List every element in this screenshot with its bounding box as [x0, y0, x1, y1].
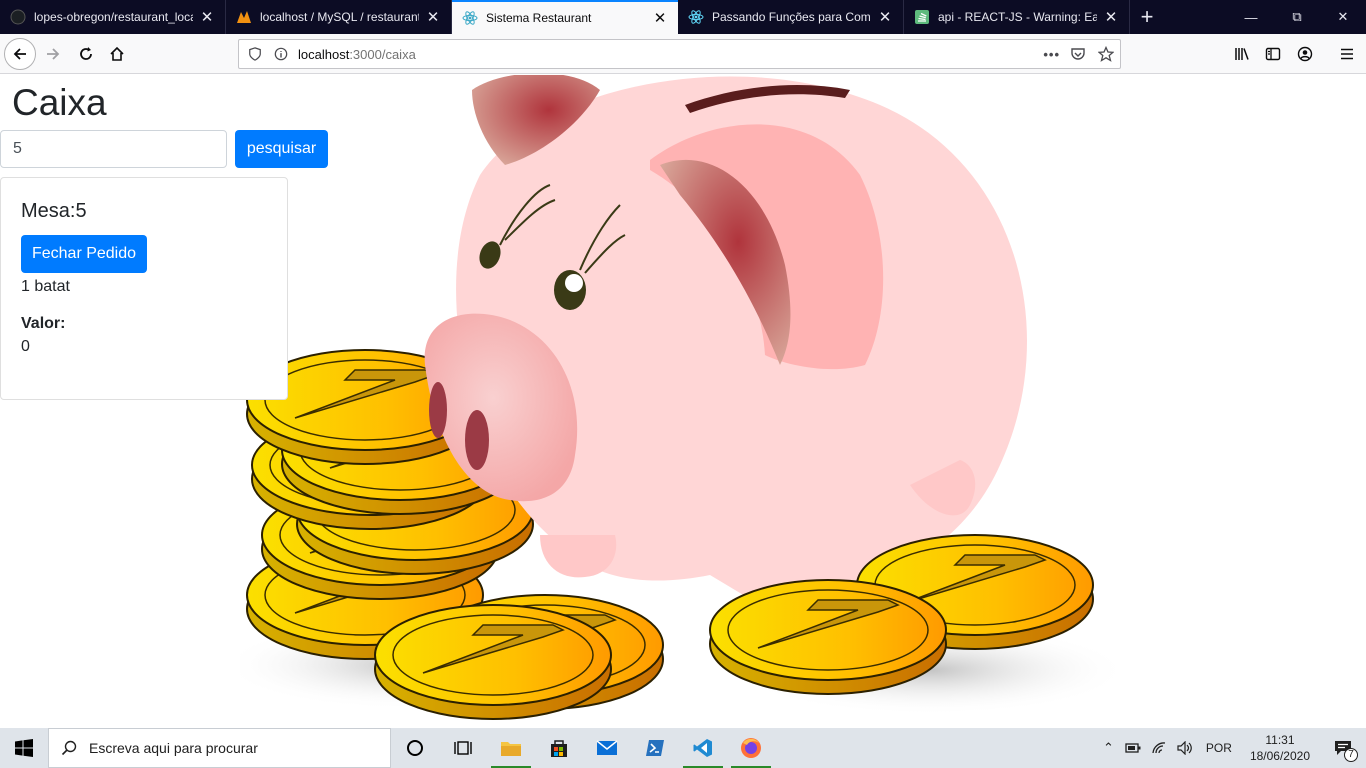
- tab-label: Passando Funções para Compo: [712, 10, 871, 24]
- search-icon: [61, 740, 77, 756]
- battery-icon[interactable]: [1125, 742, 1141, 754]
- phpmyadmin-icon: [237, 11, 251, 23]
- value-label: Valor:: [21, 315, 66, 332]
- system-tray: ⌃ POR 11:31 18/06/2020 7: [1097, 728, 1366, 768]
- chevron-up-icon[interactable]: ⌃: [1097, 740, 1120, 756]
- mail-button[interactable]: [583, 728, 631, 768]
- clock-time: 11:31: [1265, 733, 1295, 747]
- reload-icon: [80, 47, 92, 60]
- windows-taskbar: Escreva aqui para procurar ⌃ POR 11:31 1…: [0, 728, 1366, 768]
- clock-date: 18/06/2020: [1249, 749, 1310, 763]
- url-host: localhost: [298, 46, 350, 62]
- home-button[interactable]: [101, 38, 133, 70]
- volume-icon[interactable]: [1177, 741, 1193, 755]
- powershell-button[interactable]: [631, 728, 679, 768]
- store-bag-icon: [551, 740, 567, 757]
- taskbar-search-placeholder: Escreva aqui para procurar: [89, 740, 258, 756]
- close-window-button[interactable]: ✕: [1320, 0, 1366, 34]
- piggy-bank-illustration: [240, 75, 1120, 720]
- cortana-icon: [407, 740, 423, 756]
- search-input[interactable]: [0, 130, 227, 168]
- folder-icon: [501, 742, 521, 756]
- wifi-icon[interactable]: [1151, 741, 1167, 755]
- tab-label: localhost / MySQL / restaurant: [260, 10, 419, 24]
- value-amount: 0: [21, 338, 30, 355]
- powershell-icon: [646, 740, 664, 756]
- browser-tab-strip: lopes-obregon/restaurant_local ✕ localho…: [0, 0, 1366, 34]
- clock[interactable]: 11:31 18/06/2020: [1240, 732, 1320, 764]
- close-order-button[interactable]: Fechar Pedido: [21, 235, 147, 273]
- task-view-button[interactable]: [439, 728, 487, 768]
- sidebar-icon[interactable]: [1265, 46, 1281, 62]
- tab-phpmyadmin[interactable]: localhost / MySQL / restaurant ✕: [226, 0, 452, 34]
- info-icon[interactable]: [274, 47, 288, 61]
- menu-icon[interactable]: [1339, 46, 1355, 62]
- page-actions-icon[interactable]: •••: [1043, 47, 1060, 62]
- window-controls: — ⧉ ✕: [1228, 0, 1366, 34]
- bookmark-star-icon[interactable]: [1098, 46, 1114, 62]
- account-icon[interactable]: [1297, 46, 1313, 62]
- order-item: 1 batat: [21, 278, 70, 295]
- vscode-button[interactable]: [679, 728, 727, 768]
- taskbar-search-box[interactable]: Escreva aqui para procurar: [48, 728, 391, 768]
- restore-button[interactable]: ⧉: [1274, 0, 1320, 34]
- back-button[interactable]: [4, 38, 36, 70]
- close-icon[interactable]: ✕: [877, 8, 893, 26]
- firefox-button[interactable]: [727, 728, 775, 768]
- file-explorer-button[interactable]: [487, 728, 535, 768]
- table-title: Mesa:5: [21, 200, 87, 222]
- firefox-icon: [741, 738, 761, 758]
- forward-button[interactable]: [37, 38, 69, 70]
- url-path: :3000/caixa: [349, 46, 416, 62]
- order-card: Mesa:5 Fechar Pedido 1 batat Valor: 0: [0, 177, 288, 400]
- tab-label: Sistema Restaurant: [486, 11, 592, 25]
- shield-icon[interactable]: [248, 47, 262, 61]
- close-icon[interactable]: ✕: [1103, 8, 1119, 26]
- tab-label: lopes-obregon/restaurant_local: [34, 10, 193, 24]
- navigation-bar: localhost:3000/caixa •••: [0, 34, 1366, 74]
- mail-icon: [596, 740, 618, 755]
- tab-passando-funcoes[interactable]: Passando Funções para Compo ✕: [678, 0, 904, 34]
- minimize-button[interactable]: —: [1228, 0, 1274, 34]
- notification-count-badge: 7: [1344, 748, 1358, 762]
- cortana-button[interactable]: [391, 728, 439, 768]
- url-bar[interactable]: localhost:3000/caixa •••: [238, 39, 1121, 69]
- close-icon[interactable]: ✕: [199, 8, 215, 26]
- back-arrow-icon: [13, 48, 26, 60]
- store-button[interactable]: [535, 728, 583, 768]
- tab-stackoverflow[interactable]: api - REACT-JS - Warning: Each ✕: [904, 0, 1130, 34]
- tab-sistema-restaurant[interactable]: Sistema Restaurant ✕: [452, 0, 678, 34]
- forward-arrow-icon: [47, 48, 60, 60]
- url-text: localhost:3000/caixa: [298, 47, 416, 62]
- close-icon[interactable]: ✕: [425, 8, 441, 26]
- page-content: Caixa pesquisar Mesa:5 Fechar Pedido 1 b…: [0, 75, 1366, 728]
- home-icon: [110, 46, 124, 61]
- task-view-icon: [454, 741, 472, 755]
- pocket-icon[interactable]: [1070, 46, 1086, 62]
- page-title: Caixa: [12, 82, 107, 123]
- language-indicator[interactable]: POR: [1198, 741, 1240, 755]
- new-tab-button[interactable]: +: [1130, 0, 1164, 34]
- library-icon[interactable]: [1234, 46, 1250, 62]
- windows-logo-icon: [15, 739, 33, 757]
- action-center-button[interactable]: 7: [1320, 728, 1366, 768]
- tab-label: api - REACT-JS - Warning: Each: [938, 10, 1097, 24]
- search-button[interactable]: pesquisar: [235, 130, 328, 168]
- vscode-icon: [693, 739, 712, 757]
- github-icon: [10, 9, 26, 25]
- reload-button[interactable]: [70, 38, 102, 70]
- close-icon[interactable]: ✕: [652, 9, 668, 27]
- stackoverflow-icon: [915, 10, 929, 24]
- start-button[interactable]: [0, 728, 48, 768]
- react-icon: [688, 10, 704, 24]
- react-icon: [462, 11, 478, 25]
- tab-github[interactable]: lopes-obregon/restaurant_local ✕: [0, 0, 226, 34]
